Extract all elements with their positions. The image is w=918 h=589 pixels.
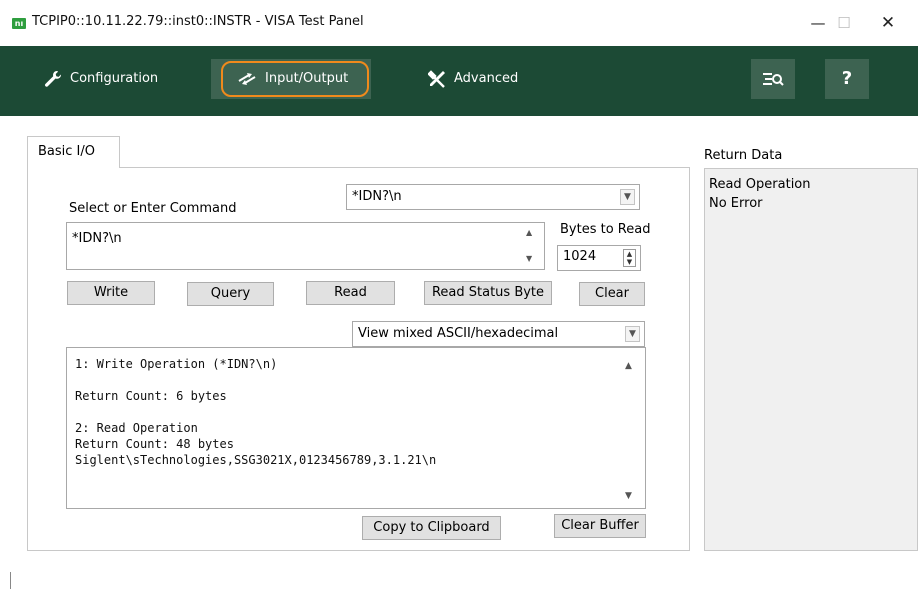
tools-icon xyxy=(427,69,445,88)
return-data-box: Read Operation No Error xyxy=(704,168,918,551)
scroll-up-icon[interactable]: ▲ xyxy=(526,228,532,237)
divider xyxy=(10,572,11,589)
bytes-to-read-value: 1024 xyxy=(563,249,597,264)
command-dropdown-value: *IDN?\n xyxy=(352,189,402,204)
scroll-down-icon[interactable]: ▼ xyxy=(526,254,532,263)
main-toolbar: Configuration Input/Output Advanced ? xyxy=(0,46,918,116)
select-command-label: Select or Enter Command xyxy=(69,201,237,216)
spinner-arrows-icon[interactable]: ▲ ▼ xyxy=(623,249,636,267)
output-log[interactable]: 1: Write Operation (*IDN?\n) Return Coun… xyxy=(66,347,646,509)
nav-advanced[interactable]: Advanced xyxy=(418,59,528,99)
wrench-icon xyxy=(45,70,62,87)
query-button[interactable]: Query xyxy=(187,282,274,306)
scroll-down-icon[interactable]: ▼ xyxy=(625,491,632,501)
nav-advanced-label: Advanced xyxy=(454,71,519,86)
view-mode-dropdown[interactable]: View mixed ASCII/hexadecimal ▼ xyxy=(352,321,645,347)
chevron-down-icon: ▼ xyxy=(620,189,635,205)
return-data-line: No Error xyxy=(709,196,763,211)
help-button[interactable]: ? xyxy=(825,59,869,99)
nav-configuration[interactable]: Configuration xyxy=(34,59,168,99)
chevron-down-icon: ▼ xyxy=(625,326,640,342)
return-data-line: Read Operation xyxy=(709,177,811,192)
command-input[interactable]: *IDN?\n xyxy=(66,222,545,270)
text-search-icon xyxy=(763,72,784,86)
window-title: TCPIP0::10.11.22.79::inst0::INSTR - VISA… xyxy=(32,14,364,29)
close-button[interactable]: ✕ xyxy=(866,8,910,38)
clear-button[interactable]: Clear xyxy=(579,282,645,306)
return-data-label: Return Data xyxy=(704,148,783,163)
copy-to-clipboard-button[interactable]: Copy to Clipboard xyxy=(362,516,501,540)
command-dropdown[interactable]: *IDN?\n ▼ xyxy=(346,184,640,210)
read-button[interactable]: Read xyxy=(306,281,395,305)
view-mode-value: View mixed ASCII/hexadecimal xyxy=(358,326,559,341)
ni-logo-icon: nı xyxy=(12,18,26,29)
help-icon: ? xyxy=(841,68,853,89)
scroll-up-icon[interactable]: ▲ xyxy=(625,361,632,371)
bytes-to-read-stepper[interactable]: 1024 ▲ ▼ xyxy=(557,245,641,271)
bytes-to-read-label: Bytes to Read xyxy=(560,222,651,237)
nav-input-output-highlight xyxy=(221,61,369,97)
read-status-byte-button[interactable]: Read Status Byte xyxy=(424,281,552,305)
clear-buffer-button[interactable]: Clear Buffer xyxy=(554,514,646,538)
maximize-button[interactable]: ☐ xyxy=(822,8,866,38)
text-search-button[interactable] xyxy=(751,59,795,99)
write-button[interactable]: Write xyxy=(67,281,155,305)
tab-basic-io[interactable]: Basic I/O xyxy=(27,136,120,168)
nav-configuration-label: Configuration xyxy=(70,71,159,86)
